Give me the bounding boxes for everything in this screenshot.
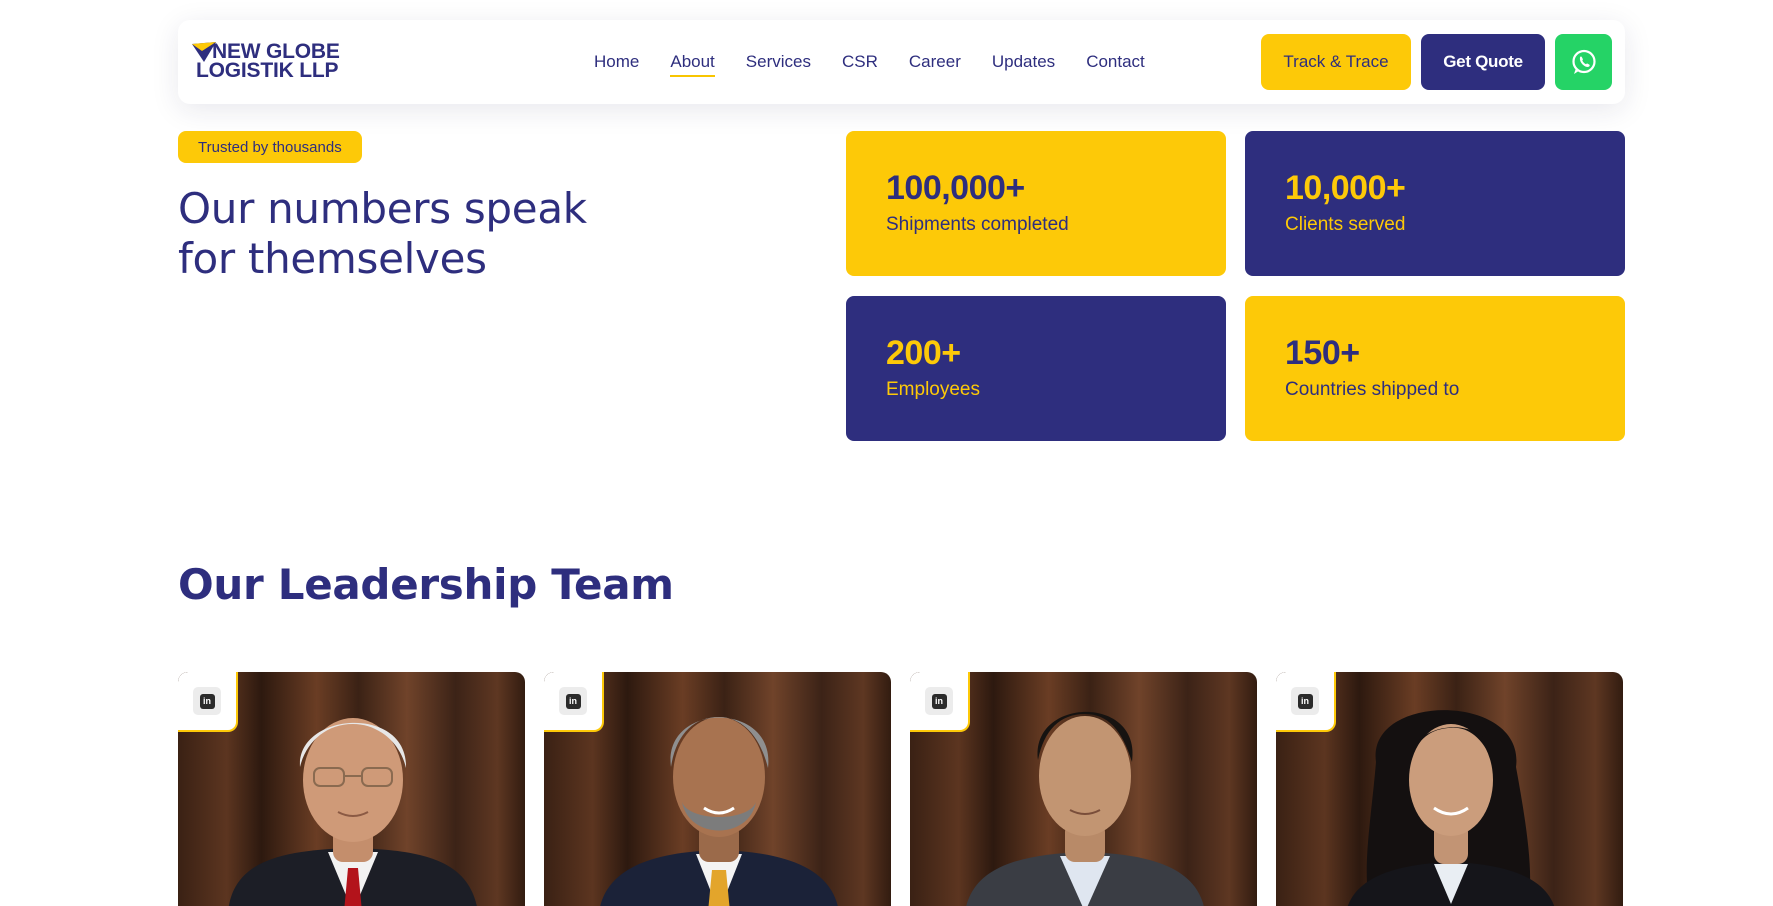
stat-value: 200+: [886, 334, 961, 372]
stat-value: 100,000+: [886, 169, 1025, 207]
nav-services[interactable]: Services: [746, 52, 811, 72]
linkedin-icon: in: [559, 687, 587, 715]
linkedin-icon: in: [925, 687, 953, 715]
stat-label: Employees: [886, 379, 980, 400]
leadership-heading: Our Leadership Team: [178, 560, 674, 609]
stat-value: 150+: [1285, 334, 1360, 372]
stat-card-employees: 200+ Employees: [846, 296, 1226, 441]
team-member-card[interactable]: in: [910, 672, 1257, 906]
logo-text-line2: LOGISTIK LLP: [196, 59, 339, 82]
nav-about[interactable]: About: [670, 52, 716, 77]
linkedin-icon: in: [193, 687, 221, 715]
stat-value: 10,000+: [1285, 169, 1406, 207]
nav-csr[interactable]: CSR: [842, 52, 878, 72]
whatsapp-icon: [1571, 49, 1596, 74]
get-quote-button[interactable]: Get Quote: [1421, 34, 1545, 90]
stats-heading: Our numbers speak for themselves: [178, 184, 698, 284]
stat-label: Clients served: [1285, 214, 1406, 235]
linkedin-link[interactable]: in: [910, 672, 970, 732]
whatsapp-button[interactable]: [1555, 34, 1612, 90]
track-trace-button[interactable]: Track & Trace: [1261, 34, 1411, 90]
linkedin-link[interactable]: in: [178, 672, 238, 732]
nav-home[interactable]: Home: [594, 52, 639, 72]
nav-updates[interactable]: Updates: [992, 52, 1055, 72]
stat-card-countries: 150+ Countries shipped to: [1245, 296, 1625, 441]
team-member-card[interactable]: in: [178, 672, 525, 906]
stats-heading-line2: for themselves: [178, 234, 487, 283]
linkedin-link[interactable]: in: [1276, 672, 1336, 732]
team-member-card[interactable]: in: [544, 672, 891, 906]
stat-label: Shipments completed: [886, 214, 1069, 235]
nav-career[interactable]: Career: [909, 52, 961, 72]
stat-card-clients: 10,000+ Clients served: [1245, 131, 1625, 276]
company-logo[interactable]: NEW GLOBE LOGISTIK LLP: [192, 40, 342, 86]
site-header: NEW GLOBE LOGISTIK LLP Home About Servic…: [178, 20, 1625, 104]
team-member-card[interactable]: in: [1276, 672, 1623, 906]
stats-heading-line1: Our numbers speak: [178, 184, 587, 233]
main-nav: Home About Services CSR Career Updates C…: [594, 20, 1176, 104]
nav-contact[interactable]: Contact: [1086, 52, 1145, 72]
stat-card-shipments: 100,000+ Shipments completed: [846, 131, 1226, 276]
linkedin-icon: in: [1291, 687, 1319, 715]
trust-badge: Trusted by thousands: [178, 131, 362, 163]
linkedin-link[interactable]: in: [544, 672, 604, 732]
stat-label: Countries shipped to: [1285, 379, 1460, 400]
